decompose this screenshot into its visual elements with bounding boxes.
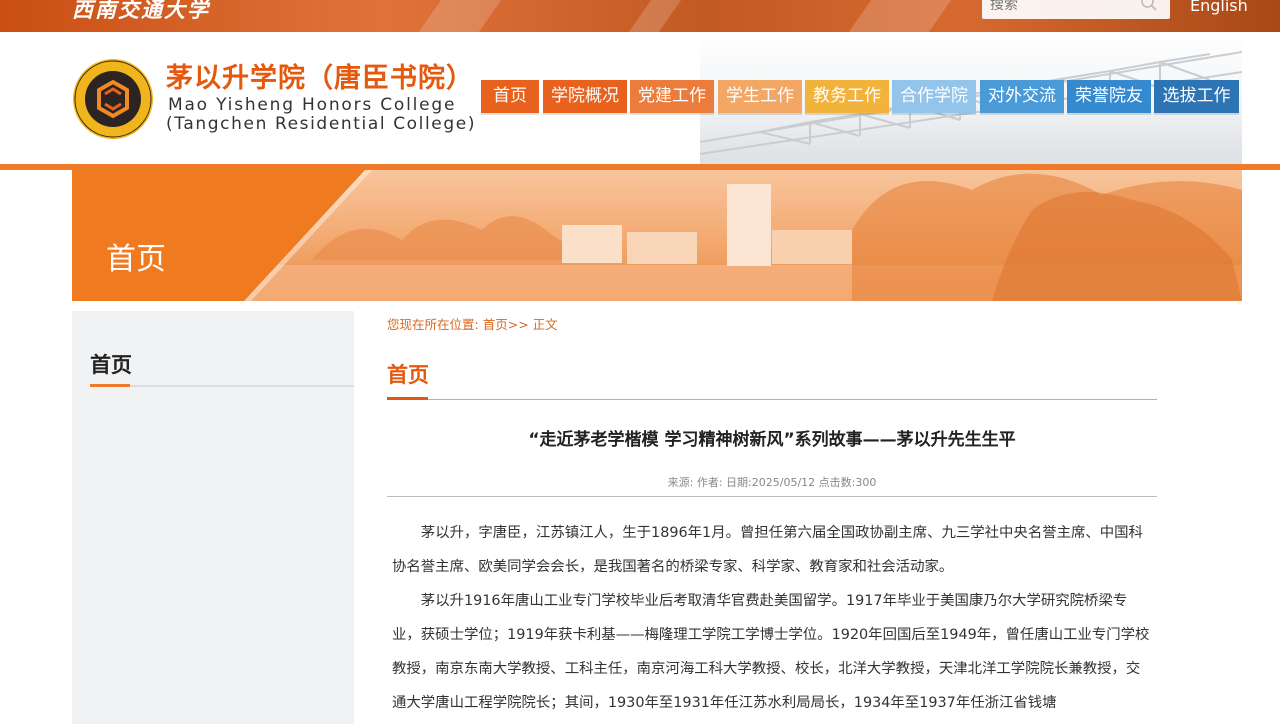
nav-item-partner-colleges[interactable]: 合作学院 (892, 80, 976, 113)
section-divider (387, 399, 1157, 400)
meta-divider (387, 496, 1157, 497)
nav-item-party-building[interactable]: 党建工作 (630, 80, 714, 113)
article-paragraph: 茅以升，字唐臣，江苏镇江人，生于1896年1月。曾担任第六届全国政协副主席、九三… (392, 525, 1143, 575)
banner-decoration (848, 0, 952, 32)
nav-item-home[interactable]: 首页 (481, 80, 539, 113)
banner-title: 首页 (106, 242, 166, 277)
breadcrumb-separator: >> (507, 317, 529, 332)
banner-decoration (418, 0, 502, 32)
sidebar: 首页 (72, 311, 354, 724)
english-link[interactable]: English (1190, 0, 1248, 15)
search-input[interactable] (990, 0, 1130, 13)
article-body: 茅以升，字唐臣，江苏镇江人，生于1896年1月。曾担任第六届全国政协副主席、九三… (392, 516, 1154, 720)
nav-item-selection[interactable]: 选拔工作 (1154, 80, 1239, 113)
college-name-en: Mao Yisheng Honors College (168, 95, 457, 115)
breadcrumb-prefix: 您现在所在位置: (387, 317, 479, 332)
nav-item-honored-alumni[interactable]: 荣誉院友 (1067, 80, 1151, 113)
search-icon[interactable] (1140, 0, 1158, 12)
top-bar: 西南交通大学 English (0, 0, 1280, 32)
college-name-en-sub: (Tangchen Residential College) (166, 114, 477, 134)
breadcrumb-current: 正文 (532, 317, 558, 332)
university-logo[interactable]: 西南交通大学 (72, 0, 210, 24)
page-banner: 首页 (72, 170, 1242, 301)
breadcrumb-home-link[interactable]: 首页 (483, 317, 508, 332)
sidebar-divider-accent (90, 384, 130, 387)
nav-item-overview[interactable]: 学院概况 (543, 80, 627, 113)
breadcrumb: 您现在所在位置: 首页>> 正文 (387, 314, 558, 333)
banner-decoration (628, 0, 682, 32)
college-name-cn[interactable]: 茅以升学院（唐臣书院） (166, 56, 474, 95)
college-logo-icon[interactable] (72, 58, 154, 140)
sidebar-title[interactable]: 首页 (90, 349, 132, 379)
section-divider-accent (387, 397, 428, 400)
nav-item-international-exchange[interactable]: 对外交流 (980, 80, 1064, 113)
article-meta: 来源: 作者: 日期:2025/05/12 点击数:300 (667, 476, 877, 489)
nav-item-academic-affairs[interactable]: 教务工作 (805, 80, 889, 113)
article-paragraph: 茅以升1916年唐山工业专门学校毕业后考取清华官费赴美国留学。1917年毕业于美… (392, 593, 1150, 711)
nav-item-student-affairs[interactable]: 学生工作 (718, 80, 802, 113)
site-header: 茅以升学院（唐臣书院） Mao Yisheng Honors College (… (0, 32, 1280, 166)
section-title: 首页 (387, 363, 429, 387)
article-title: “走近茅老学楷模 学习精神树新风”系列故事——茅以升先生生平 (528, 430, 1016, 450)
search-box[interactable] (982, 0, 1170, 19)
campus-banner-image (72, 170, 1242, 301)
